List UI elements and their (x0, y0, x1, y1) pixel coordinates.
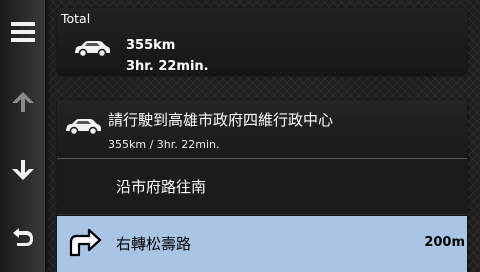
menu-icon (10, 22, 35, 42)
total-distance: 355km (126, 38, 176, 53)
scroll-up-button[interactable] (0, 82, 45, 122)
route-summary-card: Total 355km 3hr. 22min. (57, 8, 467, 74)
back-button[interactable] (0, 216, 45, 256)
destination-subtitle: 355km / 3hr. 22min. (108, 138, 220, 151)
arrow-down-icon (11, 160, 34, 180)
car-icon (75, 41, 110, 58)
destination-title: 請行駛到高雄市政府四維行政中心 (108, 111, 334, 129)
arrow-up-icon (11, 92, 34, 112)
sidebar (0, 0, 46, 272)
back-icon (12, 228, 33, 246)
list-item[interactable]: 沿市府路往南 (57, 159, 467, 215)
step-instruction: 沿市府路往南 (116, 178, 207, 196)
total-time: 3hr. 22min. (126, 59, 209, 74)
step-instruction: 右轉松壽路 (116, 235, 192, 253)
turn-right-icon (69, 228, 102, 257)
list-item[interactable]: 右轉松壽路 200m (57, 216, 467, 272)
total-label: Total (61, 11, 91, 26)
car-icon (66, 119, 101, 136)
scroll-down-button[interactable] (0, 150, 45, 190)
destination-row[interactable]: 請行駛到高雄市政府四維行政中心 355km / 3hr. 22min. (57, 100, 467, 159)
route-steps-list: 請行駛到高雄市政府四維行政中心 355km / 3hr. 22min. 沿市府路… (57, 100, 467, 272)
step-distance: 200m (424, 235, 465, 250)
menu-button[interactable] (0, 12, 45, 52)
